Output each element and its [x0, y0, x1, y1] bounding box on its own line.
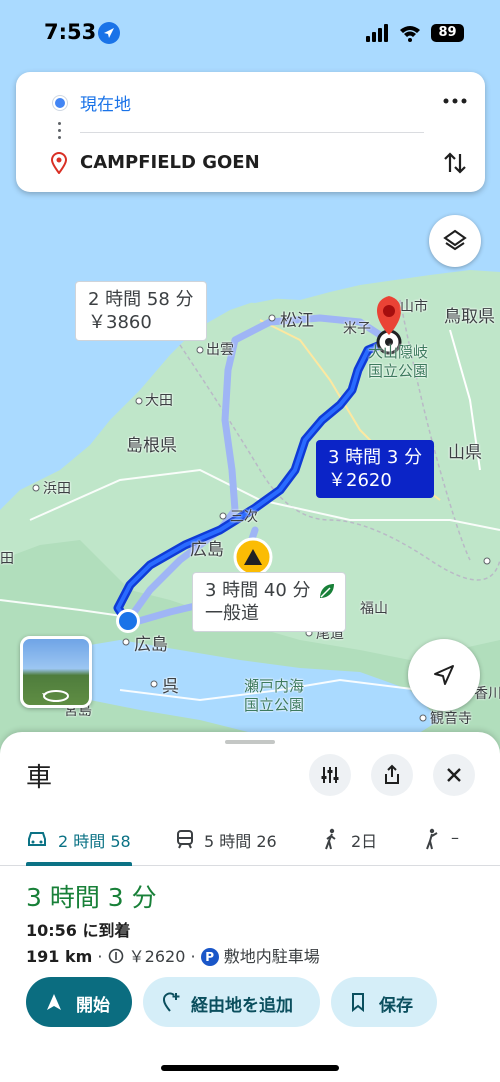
swap-arrows-icon — [444, 152, 466, 174]
place-yonago[interactable]: 米子 — [343, 318, 371, 338]
daisen-park-line1: 大山隠岐 — [368, 343, 429, 361]
parking-icon: P — [200, 948, 219, 966]
place-shimane-pref: 島根県 — [126, 436, 177, 456]
route-distance: 191 km — [26, 947, 93, 966]
route-alt2-time: 3 時間 40 分 — [205, 580, 311, 601]
add-stop-icon — [163, 992, 180, 1012]
toll-icon — [108, 948, 123, 964]
place-oda[interactable]: 大田 — [145, 390, 173, 410]
place-setonaikai-park: 瀬戸内海 国立公園 — [244, 677, 304, 715]
recenter-button[interactable] — [408, 639, 480, 711]
tab-transit-label: 5 時間 26 — [204, 832, 277, 851]
place-kanonji[interactable]: 観音寺 — [430, 708, 472, 728]
divider — [80, 132, 424, 133]
separator: · — [97, 947, 103, 966]
directions-card: 現在地 CAMPFIELD GOEN — [16, 72, 485, 192]
destination-pin-icon — [51, 152, 67, 174]
place-matsue[interactable]: 松江 — [280, 306, 314, 331]
start-button-label: 開始 — [76, 996, 110, 1016]
add-stop-button[interactable]: 経由地を追加 — [143, 977, 320, 1027]
origin-dot-icon — [53, 96, 67, 110]
place-yama-partial: 山市 — [400, 299, 428, 315]
more-dots-icon — [443, 98, 467, 104]
place-tottori-pref: 鳥取県 — [444, 307, 495, 327]
route-dots-icon — [58, 122, 62, 143]
setonaikai-line2: 国立公園 — [244, 696, 305, 714]
tab-active-indicator — [26, 862, 132, 866]
navigation-arrow-icon — [434, 665, 454, 685]
close-icon — [447, 768, 461, 782]
battery-indicator: 89 — [431, 24, 464, 42]
place-fukuyama[interactable]: 福山 — [360, 598, 388, 618]
place-hiroshima-pref: 広島 — [190, 540, 224, 560]
tab-other-label: – — [451, 828, 459, 847]
travel-mode-title: 車 — [26, 763, 53, 793]
route-main-time: 3 時間 3 分 — [328, 447, 423, 468]
place-hiroshima-city[interactable]: 広島 — [134, 630, 168, 655]
setonaikai-line1: 瀬戸内海 — [244, 677, 305, 695]
save-label: 保存 — [379, 996, 413, 1016]
route-details: 191 km · ￥2620 · P 敷地内駐車場 — [26, 943, 320, 967]
separator-2: · — [190, 947, 196, 966]
save-button[interactable]: 保存 — [331, 977, 437, 1027]
place-okayama-partial: 山県 — [448, 443, 482, 463]
place-izumo[interactable]: 出雲 — [206, 339, 234, 359]
close-button[interactable] — [433, 754, 475, 796]
route-toll: ￥2620 — [128, 947, 186, 966]
location-arrow-icon — [98, 22, 120, 44]
parking-info: 敷地内駐車場 — [223, 947, 320, 966]
route-options-button[interactable] — [309, 754, 351, 796]
route-alt1-time: 2 時間 58 分 — [88, 289, 194, 310]
daisen-park-line2: 国立公園 — [368, 362, 429, 380]
status-time: 7:53 — [44, 20, 97, 44]
signal-wifi-icons — [366, 24, 420, 42]
tab-car-label: 2 時間 58 — [58, 832, 131, 851]
ride-hail-icon — [426, 828, 438, 850]
travel-mode-tabs: 2 時間 58 5 時間 26 2日 – — [0, 814, 500, 866]
place-ta-partial: 田 — [0, 551, 14, 567]
place-hamada[interactable]: 浜田 — [43, 478, 71, 498]
eco-leaf-icon — [319, 584, 334, 598]
share-button[interactable] — [371, 754, 413, 796]
status-bar: 7:53 89 — [0, 0, 500, 64]
destination-input[interactable]: CAMPFIELD GOEN — [80, 152, 260, 173]
street-view-rotate-icon — [42, 690, 69, 702]
car-icon — [28, 832, 46, 846]
train-icon — [177, 830, 193, 849]
route-label-alt-2[interactable]: 3 時間 40 分 一般道 — [192, 572, 346, 632]
walk-icon — [325, 828, 336, 850]
route-alt1-toll: ￥3860 — [88, 312, 152, 333]
layers-button[interactable] — [429, 215, 481, 267]
more-options-button[interactable] — [440, 92, 470, 112]
route-duration: 3 時間 3 分 — [26, 883, 157, 912]
layers-icon — [443, 229, 467, 251]
place-kure[interactable]: 呉 — [162, 672, 179, 697]
route-label-main[interactable]: 3 時間 3 分 ￥2620 — [316, 440, 435, 498]
bookmark-icon — [352, 993, 364, 1012]
sliders-icon — [321, 767, 339, 783]
origin-input[interactable]: 現在地 — [80, 90, 131, 115]
street-view-thumbnail[interactable] — [20, 636, 92, 708]
swap-button[interactable] — [440, 148, 470, 178]
route-label-alt-1[interactable]: 2 時間 58 分 ￥3860 — [75, 281, 207, 341]
navigate-arrow-icon — [47, 994, 61, 1010]
arrival-time: 10:56 に到着 — [26, 921, 131, 940]
share-icon — [385, 764, 399, 784]
place-miyoshi[interactable]: 三次 — [230, 506, 258, 526]
route-alt2-sub: 一般道 — [205, 603, 259, 624]
directions-sheet: 車 2 時間 58 5 時間 26 2日 – 3 時間 3 分 10:56 に到… — [0, 732, 500, 1082]
sheet-drag-handle[interactable] — [225, 740, 275, 744]
start-button[interactable]: 開始 — [26, 977, 132, 1027]
place-daisen-park: 大山隠岐 国立公園 — [368, 343, 428, 381]
add-stop-label: 経由地を追加 — [191, 996, 293, 1016]
home-indicator[interactable] — [161, 1065, 339, 1071]
route-main-toll: ￥2620 — [328, 470, 392, 491]
tab-walk-label: 2日 — [351, 832, 378, 851]
